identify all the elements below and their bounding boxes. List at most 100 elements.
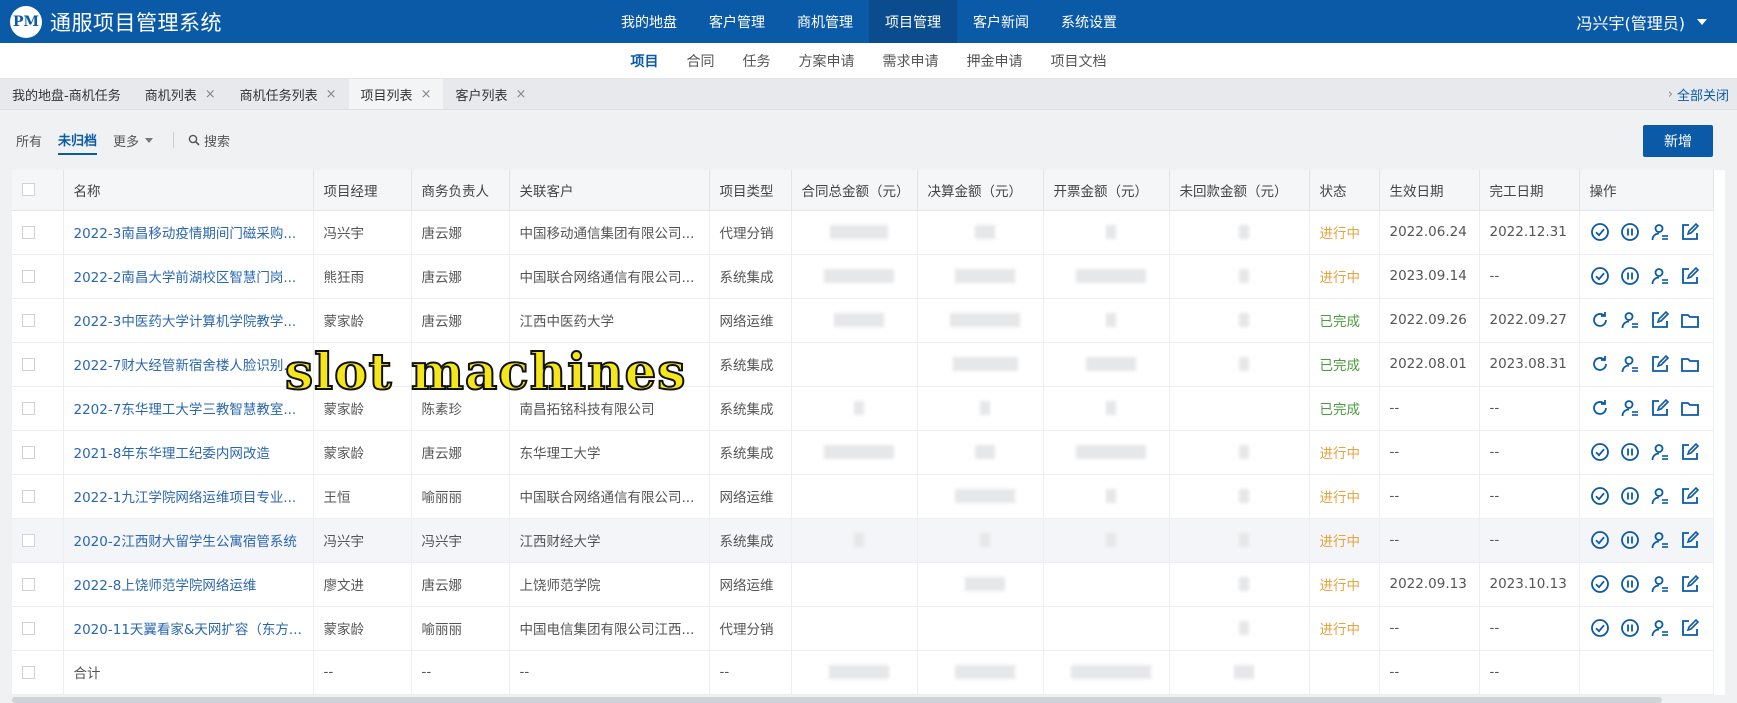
horizontal-scrollbar[interactable] — [12, 696, 1662, 703]
user-assign-icon[interactable] — [1620, 310, 1640, 330]
folder-icon[interactable] — [1680, 398, 1700, 418]
user-assign-icon[interactable] — [1650, 266, 1670, 286]
table-row[interactable]: 2021-8年东华理工纪委内网改造 蒙家龄 唐云娜 东华理工大学 系统集成 进行中 -- -- — [12, 430, 1714, 475]
page-tab-1[interactable]: 商机列表 × — [133, 79, 228, 109]
search-button[interactable]: 搜索 — [188, 131, 230, 150]
subnav-item-6[interactable]: 项目文档 — [1049, 51, 1109, 71]
project-name-link[interactable]: 2020-11天翼看家&天网扩容（东方... — [63, 606, 314, 651]
nav-item-4[interactable]: 客户新闻 — [957, 0, 1045, 43]
close-icon[interactable]: × — [205, 87, 216, 102]
edit-icon[interactable] — [1650, 310, 1670, 330]
row-checkbox[interactable] — [22, 489, 35, 503]
check-circle-icon[interactable] — [1590, 486, 1610, 506]
project-name-link[interactable]: 2022-2南昌大学前湖校区智慧门岗... — [63, 254, 314, 299]
subnav-item-1[interactable]: 合同 — [685, 51, 717, 71]
table-row[interactable]: 2022-3南昌移动疫情期间门磁采购... 冯兴宇 唐云娜 中国移动通信集团有限公司.… — [12, 210, 1714, 255]
user-assign-icon[interactable] — [1650, 222, 1670, 242]
table-row[interactable]: 2202-7东华理工大学三教智慧教室... 蒙家龄 陈素珍 南昌拓铭科技有限公司 系统集… — [12, 386, 1714, 431]
row-checkbox[interactable] — [22, 269, 35, 283]
check-circle-icon[interactable] — [1590, 222, 1610, 242]
edit-icon[interactable] — [1680, 618, 1700, 638]
pause-circle-icon[interactable] — [1620, 530, 1640, 550]
edit-icon[interactable] — [1680, 530, 1700, 550]
check-circle-icon[interactable] — [1590, 574, 1610, 594]
project-name-link[interactable]: 2020-2江西财大留学生公寓宿管系统 — [63, 518, 314, 563]
close-icon[interactable]: × — [515, 87, 526, 102]
subnav-item-4[interactable]: 需求申请 — [881, 51, 941, 71]
row-checkbox[interactable] — [22, 445, 35, 459]
row-checkbox[interactable] — [22, 357, 35, 371]
project-name-link[interactable]: 2021-8年东华理工纪委内网改造 — [63, 430, 314, 475]
close-all-tabs-button[interactable]: › 全部关闭 — [1668, 79, 1729, 110]
table-row[interactable]: 2022-2南昌大学前湖校区智慧门岗... 熊狂雨 唐云娜 中国联合网络通信有限公司.… — [12, 254, 1714, 299]
edit-icon[interactable] — [1680, 222, 1700, 242]
subnav-item-3[interactable]: 方案申请 — [797, 51, 857, 71]
project-name-link[interactable]: 2022-1九江学院网络运维项目专业... — [63, 474, 314, 519]
pause-circle-icon[interactable] — [1620, 222, 1640, 242]
user-assign-icon[interactable] — [1650, 574, 1670, 594]
user-assign-icon[interactable] — [1620, 354, 1640, 374]
page-tab-0[interactable]: 我的地盘-商机任务 — [0, 79, 133, 109]
nav-item-5[interactable]: 系统设置 — [1045, 0, 1133, 43]
project-name-link[interactable]: 2022-8上饶师范学院网络运维 — [63, 562, 314, 607]
edit-icon[interactable] — [1680, 442, 1700, 462]
nav-item-2[interactable]: 商机管理 — [781, 0, 869, 43]
project-name-link[interactable]: 2022-3南昌移动疫情期间门磁采购... — [63, 210, 314, 255]
pause-circle-icon[interactable] — [1620, 618, 1640, 638]
table-row[interactable]: 2022-7财大经管新宿舍楼人脸识别... 系统集成 已完成 2022.08.01 20… — [12, 342, 1714, 387]
pause-circle-icon[interactable] — [1620, 574, 1640, 594]
user-assign-icon[interactable] — [1650, 442, 1670, 462]
check-circle-icon[interactable] — [1590, 266, 1610, 286]
check-circle-icon[interactable] — [1590, 530, 1610, 550]
subnav-item-2[interactable]: 任务 — [741, 51, 773, 71]
add-project-button[interactable]: 新增 — [1643, 125, 1713, 157]
filter-unarchived[interactable]: 未归档 — [58, 126, 98, 155]
project-name-link[interactable]: 2022-7财大经管新宿舍楼人脸识别... — [63, 342, 314, 387]
page-tab-2[interactable]: 商机任务列表 × — [228, 79, 349, 109]
app-logo[interactable]: PM 通服项目管理系统 — [0, 5, 560, 38]
close-icon[interactable]: × — [421, 87, 432, 102]
pause-circle-icon[interactable] — [1620, 486, 1640, 506]
edit-icon[interactable] — [1680, 266, 1700, 286]
user-assign-icon[interactable] — [1620, 398, 1640, 418]
pause-circle-icon[interactable] — [1620, 442, 1640, 462]
nav-item-1[interactable]: 客户管理 — [693, 0, 781, 43]
project-name-link[interactable]: 2022-3中医药大学计算机学院教学... — [63, 298, 314, 343]
project-name-link[interactable]: 2202-7东华理工大学三教智慧教室... — [63, 386, 314, 431]
refresh-icon[interactable] — [1590, 354, 1610, 374]
user-assign-icon[interactable] — [1650, 530, 1670, 550]
row-checkbox[interactable] — [22, 533, 35, 547]
table-row[interactable]: 2022-8上饶师范学院网络运维 廖文进 唐云娜 上饶师范学院 网络运维 进行中 2022.… — [12, 562, 1714, 607]
edit-icon[interactable] — [1650, 354, 1670, 374]
subnav-item-0[interactable]: 项目 — [629, 51, 661, 71]
edit-icon[interactable] — [1680, 574, 1700, 594]
row-checkbox[interactable] — [22, 313, 35, 327]
check-circle-icon[interactable] — [1590, 618, 1610, 638]
row-checkbox[interactable] — [22, 225, 35, 239]
nav-item-3[interactable]: 项目管理 — [869, 0, 957, 43]
edit-icon[interactable] — [1680, 486, 1700, 506]
edit-icon[interactable] — [1650, 398, 1670, 418]
row-checkbox[interactable] — [22, 401, 35, 415]
pause-circle-icon[interactable] — [1620, 266, 1640, 286]
row-checkbox[interactable] — [22, 665, 35, 679]
user-assign-icon[interactable] — [1650, 618, 1670, 638]
page-tab-3[interactable]: 项目列表 × — [348, 79, 444, 109]
filter-more-dropdown[interactable]: 更多 — [113, 127, 154, 154]
row-checkbox[interactable] — [22, 577, 35, 591]
table-row[interactable]: 2022-3中医药大学计算机学院教学... 蒙家龄 唐云娜 江西中医药大学 网络运维 已完… — [12, 298, 1714, 343]
row-checkbox[interactable] — [22, 621, 35, 635]
table-row[interactable]: 2022-1九江学院网络运维项目专业... 王恒 喻丽丽 中国联合网络通信有限公司..… — [12, 474, 1714, 519]
refresh-icon[interactable] — [1590, 398, 1610, 418]
user-assign-icon[interactable] — [1650, 486, 1670, 506]
table-row[interactable]: 2020-11天翼看家&天网扩容（东方... 蒙家龄 喻丽丽 中国电信集团有限公司江西… — [12, 606, 1714, 651]
close-icon[interactable]: × — [326, 87, 337, 102]
subnav-item-5[interactable]: 押金申请 — [965, 51, 1025, 71]
folder-icon[interactable] — [1680, 354, 1700, 374]
refresh-icon[interactable] — [1590, 310, 1610, 330]
page-tab-4[interactable]: 客户列表 × — [443, 79, 538, 109]
filter-all[interactable]: 所有 — [16, 127, 42, 154]
check-circle-icon[interactable] — [1590, 442, 1610, 462]
folder-icon[interactable] — [1680, 310, 1700, 330]
select-all-checkbox[interactable] — [22, 183, 35, 197]
